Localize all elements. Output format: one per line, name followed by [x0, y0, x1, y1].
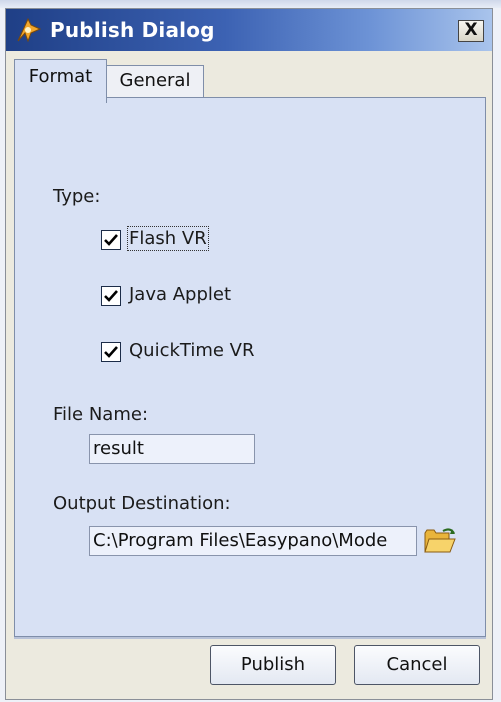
output-destination-input[interactable]: C:\Program Files\Easypano\Mode	[89, 526, 417, 556]
quicktime-vr-label: QuickTime VR	[129, 340, 255, 361]
publish-button[interactable]: Publish	[210, 645, 336, 685]
file-name-input[interactable]: result	[89, 434, 255, 464]
tab-format[interactable]: Format	[14, 59, 107, 103]
publish-dialog: Publish Dialog X Format General Type: Fl…	[5, 8, 493, 700]
window-title: Publish Dialog	[50, 18, 215, 42]
open-folder-icon[interactable]	[423, 525, 457, 555]
cancel-button[interactable]: Cancel	[354, 645, 480, 685]
flash-vr-label: Flash VR	[127, 226, 209, 251]
checkmark-icon	[104, 234, 118, 246]
checkmark-icon	[104, 290, 118, 302]
footer-separator	[14, 637, 486, 639]
title-bar[interactable]: Publish Dialog X	[6, 9, 492, 51]
java-applet-label: Java Applet	[129, 284, 232, 305]
format-panel: Type: Flash VR Java Applet QuickTime VR …	[14, 97, 486, 637]
quicktime-vr-checkbox[interactable]	[101, 342, 121, 362]
tab-general[interactable]: General	[106, 65, 204, 97]
java-applet-checkbox[interactable]	[101, 286, 121, 306]
desktop-background	[0, 0, 501, 8]
close-button[interactable]: X	[458, 20, 484, 42]
tab-strip: Format General	[14, 59, 484, 103]
checkmark-icon	[104, 346, 118, 358]
flash-vr-checkbox[interactable]	[101, 230, 121, 250]
output-destination-label: Output Destination:	[53, 493, 231, 514]
app-icon	[14, 15, 44, 45]
type-label: Type:	[53, 186, 101, 207]
file-name-label: File Name:	[53, 404, 149, 425]
